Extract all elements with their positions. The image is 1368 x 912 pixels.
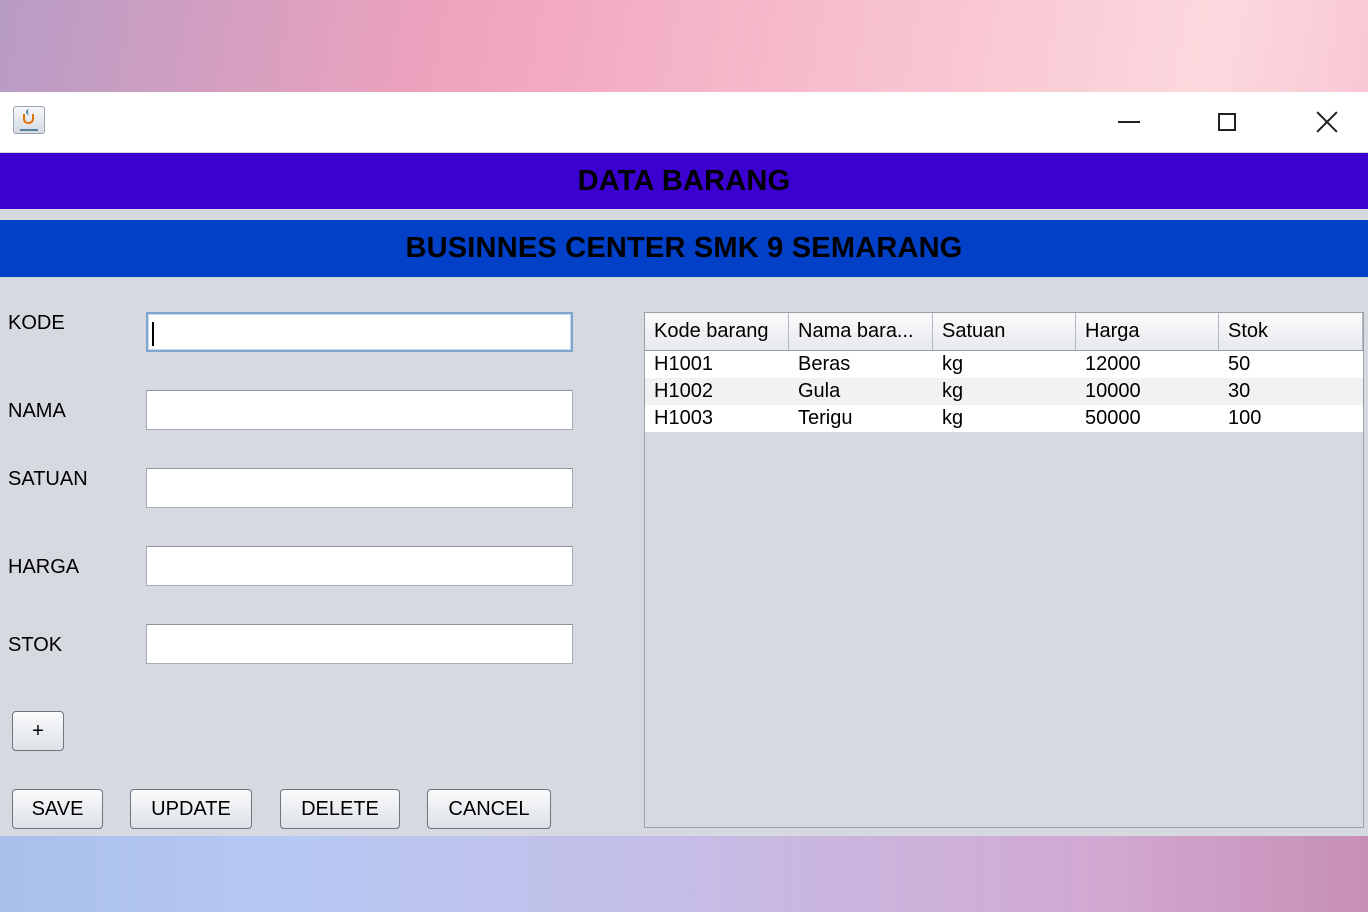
harga-label: HARGA [8,556,80,578]
java-cup-icon[interactable] [13,106,45,134]
cell-stok: 30 [1228,380,1251,402]
cell-nama: Gula [798,380,841,402]
column-header-kode[interactable]: Kode barang [645,313,789,350]
text-caret [152,322,154,346]
nama-label: NAMA [8,400,66,422]
cell-harga: 50000 [1085,407,1141,429]
harga-input[interactable] [146,546,573,586]
desktop-background-bottom [0,836,1368,912]
cancel-button[interactable]: CANCEL [427,789,551,829]
cell-satuan: kg [942,407,964,429]
cell-nama: Terigu [798,407,853,429]
page-subtitle: BUSINNES CENTER SMK 9 SEMARANG [405,232,963,264]
stok-label: STOK [8,634,63,656]
cell-stok: 50 [1228,353,1251,375]
cell-kode: H1003 [654,407,713,429]
cell-satuan: kg [942,353,964,375]
page-title: DATA BARANG [577,164,791,197]
table-row[interactable]: H1002 Gula kg 10000 30 [645,378,1363,405]
cell-kode: H1002 [654,380,713,402]
kode-label: KODE [8,312,65,334]
stok-input[interactable] [146,624,573,664]
column-header-satuan[interactable]: Satuan [933,313,1076,350]
cell-harga: 10000 [1085,380,1141,402]
close-icon [1316,111,1338,133]
maximize-icon [1218,113,1236,131]
cell-nama: Beras [798,353,851,375]
satuan-input[interactable] [146,468,573,508]
cell-harga: 12000 [1085,353,1141,375]
cell-stok: 100 [1228,407,1262,429]
column-header-nama[interactable]: Nama bara... [789,313,933,350]
table-row[interactable]: H1001 Beras kg 12000 50 [645,351,1363,378]
column-header-harga[interactable]: Harga [1076,313,1219,350]
app-window: DATA BARANG BUSINNES CENTER SMK 9 SEMARA… [0,92,1368,836]
minimize-button[interactable] [1079,92,1179,152]
save-button[interactable]: SAVE [12,789,103,829]
maximize-button[interactable] [1177,92,1277,152]
close-button[interactable] [1277,92,1368,152]
table-body: H1001 Beras kg 12000 50 H1002 Gula kg 10… [645,351,1363,432]
kode-input[interactable] [146,312,573,352]
nama-input[interactable] [146,390,573,430]
title-banner: DATA BARANG [0,153,1368,209]
subtitle-banner: BUSINNES CENTER SMK 9 SEMARANG [0,220,1368,277]
table-row[interactable]: H1003 Terigu kg 50000 100 [645,405,1363,432]
title-bar [0,92,1368,152]
delete-button[interactable]: DELETE [280,789,400,829]
minimize-icon [1118,121,1140,123]
add-button[interactable]: + [12,711,64,751]
cell-satuan: kg [942,380,964,402]
cell-kode: H1001 [654,353,713,375]
table-header: Kode barang Nama bara... Satuan Harga St… [645,313,1363,351]
column-header-stok[interactable]: Stok [1219,313,1363,350]
satuan-label: SATUAN [8,468,88,490]
data-table[interactable]: Kode barang Nama bara... Satuan Harga St… [644,312,1364,828]
update-button[interactable]: UPDATE [130,789,252,829]
